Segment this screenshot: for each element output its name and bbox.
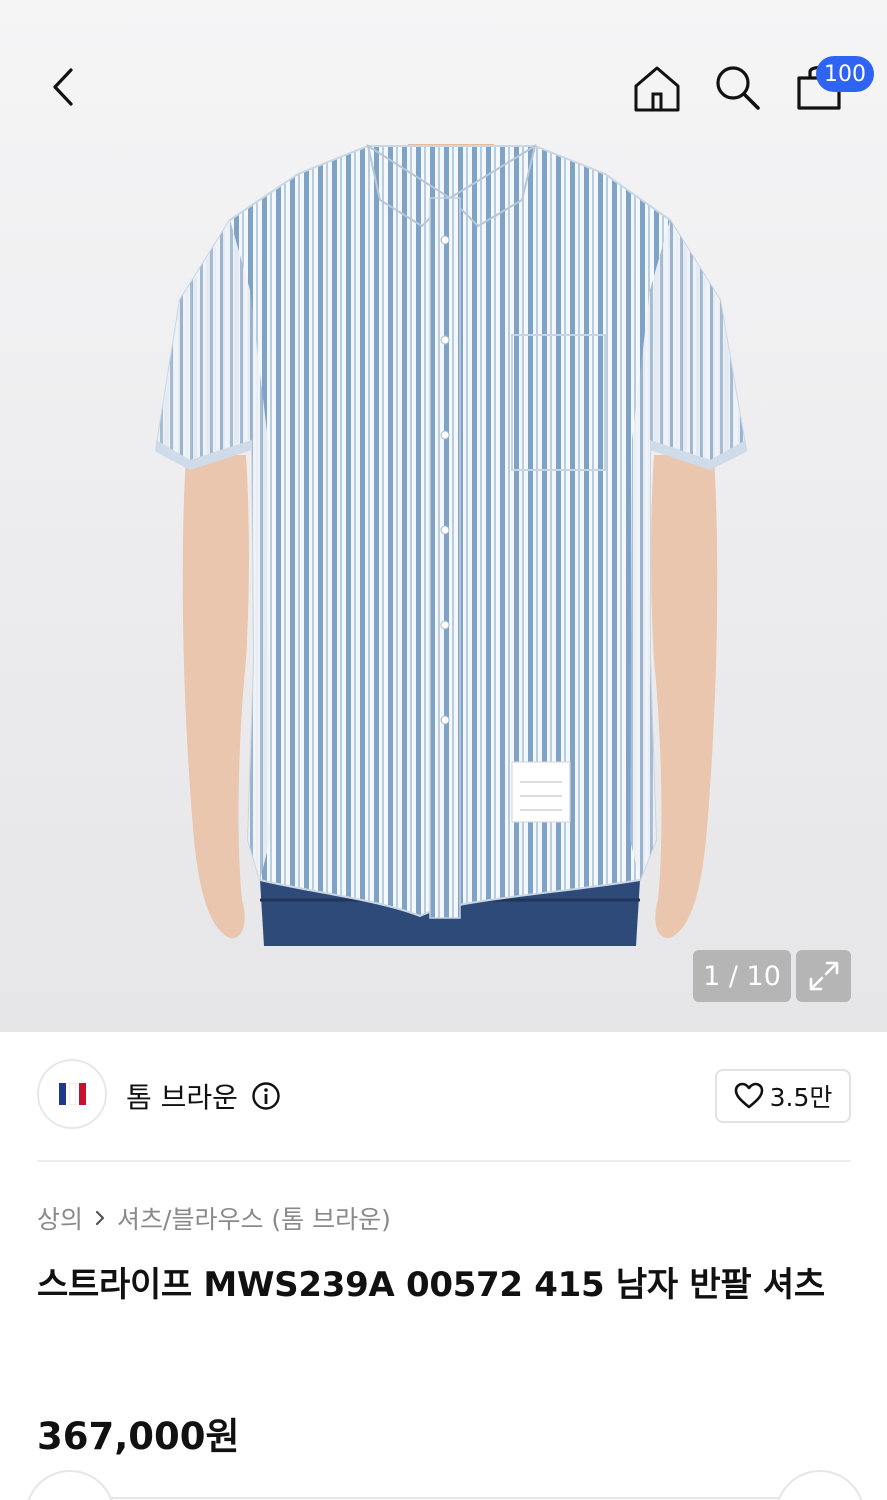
like-button[interactable]: 3.5만 (715, 1069, 851, 1123)
chevron-right-icon (95, 1210, 105, 1226)
like-count: 3.5만 (769, 1083, 833, 1112)
logo-stripe-navy (58, 1083, 66, 1105)
brand-logo[interactable] (37, 1059, 107, 1129)
home-icon (634, 66, 680, 112)
cart-count-badge: 100 (816, 56, 874, 92)
breadcrumb-item-category[interactable]: 상의 (37, 1200, 83, 1236)
expand-icon (809, 961, 838, 991)
bottom-divider (110, 1497, 780, 1499)
product-photo[interactable] (150, 140, 750, 950)
search-button[interactable] (704, 54, 770, 120)
search-icon (716, 66, 760, 110)
image-pager: 1 / 10 (693, 950, 791, 1002)
logo-stripe-white (68, 1083, 76, 1105)
back-button[interactable] (30, 54, 96, 120)
heart-outline-icon (734, 1082, 763, 1109)
expand-image-button[interactable] (796, 950, 851, 1002)
section-divider (37, 1160, 851, 1162)
logo-stripe-red (78, 1083, 86, 1105)
product-title: 스트라이프 MWS239A 00572 415 남자 반팔 셔츠 (37, 1265, 825, 1305)
top-navigation-bar: 100 (0, 40, 887, 140)
brand-row: 톰 브라운 3.5만 (0, 1032, 887, 1160)
info-icon[interactable] (251, 1081, 281, 1111)
breadcrumb: 상의 셔츠/블라우스 (톰 브라운) (37, 1200, 391, 1236)
chevron-left-icon (53, 68, 73, 106)
breadcrumb-item-subcategory[interactable]: 셔츠/블라우스 (톰 브라운) (117, 1200, 391, 1236)
bottom-left-control[interactable] (25, 1470, 115, 1500)
product-price: 367,000원 (37, 1415, 240, 1458)
brand-name[interactable]: 톰 브라운 (126, 1076, 238, 1116)
bottom-right-control[interactable] (775, 1470, 865, 1500)
home-button[interactable] (624, 56, 690, 122)
product-image-gallery[interactable]: 100 1 / 10 (0, 0, 887, 1032)
